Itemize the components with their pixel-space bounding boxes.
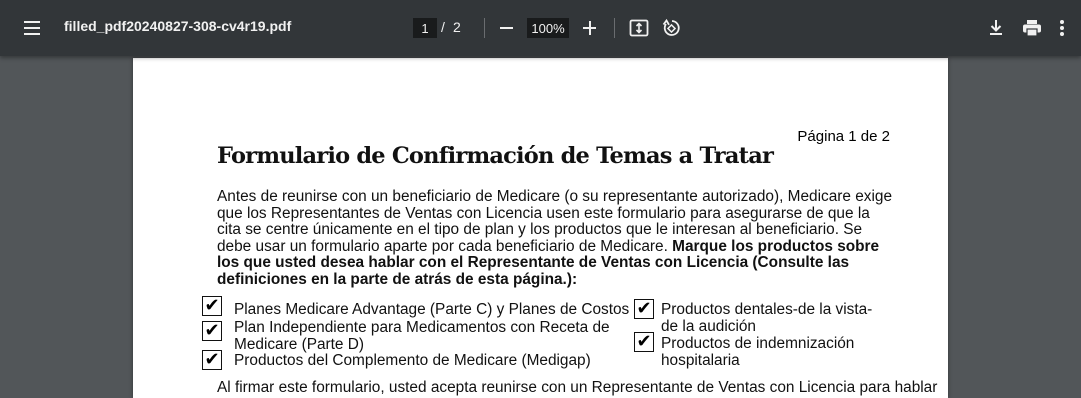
checkbox-medicare-advantage[interactable]: ✔: [202, 296, 222, 316]
rotate-icon[interactable]: [659, 16, 683, 40]
intro-paragraph: Antes de reunirse con un beneficiario de…: [217, 188, 892, 288]
pdf-toolbar: filled_pdf20240827-308-cv4r19.pdf / 2: [0, 0, 1081, 56]
more-vert-icon[interactable]: [1056, 16, 1068, 40]
option-hospital-indemnity: Productos de indemnización hospitalaria: [661, 335, 855, 369]
checkbox-hospital-indemnity[interactable]: ✔: [634, 332, 654, 352]
minus-icon[interactable]: [496, 16, 518, 40]
checkbox-dental-vision-hearing[interactable]: ✔: [634, 299, 654, 319]
toolbar-divider: [614, 18, 615, 38]
print-icon[interactable]: [1020, 16, 1044, 40]
checkbox-part-d[interactable]: ✔: [202, 321, 222, 341]
pdf-page: Página 1 de 2 Formulario de Confirmación…: [133, 58, 948, 398]
total-pages: 2: [453, 19, 461, 35]
toolbar-divider: [484, 18, 485, 38]
consent-paragraph: Al firmar este formulario, usted acepta …: [217, 379, 938, 396]
zoom-level-input[interactable]: [527, 18, 569, 38]
document-filename: filled_pdf20240827-308-cv4r19.pdf: [64, 18, 292, 34]
download-icon[interactable]: [984, 16, 1008, 40]
option-dental-vision-hearing: Productos dentales-de la vista-de la aud…: [661, 301, 873, 335]
option-part-d: Plan Independiente para Medicamentos con…: [234, 319, 610, 353]
fit-to-page-icon[interactable]: [627, 16, 651, 40]
plus-icon[interactable]: [579, 16, 601, 40]
checkbox-medigap[interactable]: ✔: [202, 350, 222, 370]
page-number-input[interactable]: [413, 18, 437, 38]
option-medicare-advantage: Planes Medicare Advantage (Parte C) y Pl…: [234, 301, 630, 318]
document-title: Formulario de Confirmación de Temas a Tr…: [217, 143, 774, 169]
page-label: Página 1 de 2: [797, 128, 890, 145]
page-separator: /: [441, 19, 445, 35]
menu-icon[interactable]: [20, 16, 44, 40]
option-medigap: Productos del Complemento de Medicare (M…: [234, 352, 591, 369]
